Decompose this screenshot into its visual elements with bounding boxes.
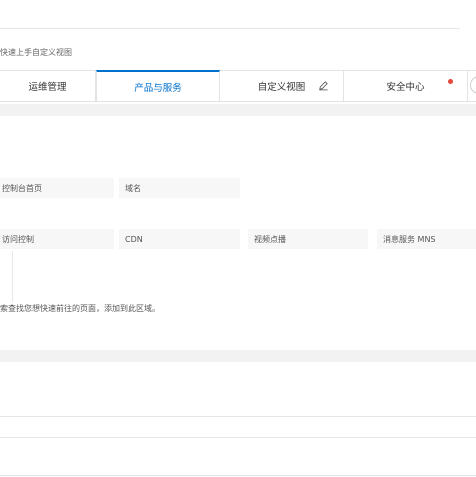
shortcut-access-control[interactable]: 访问控制	[0, 229, 114, 249]
shortcut-cdn[interactable]: CDN	[119, 229, 240, 249]
shortcut-label: 控制台首页	[2, 183, 42, 193]
section-divider-band	[0, 350, 476, 362]
row-divider	[0, 437, 476, 438]
notification-dot	[448, 79, 453, 84]
shortcut-console-home[interactable]: 控制台首页	[0, 178, 114, 198]
top-divider	[0, 28, 460, 29]
tab-label: 产品与服务	[134, 82, 182, 94]
quickstart-hint-link[interactable]: 快速上手自定义视图	[0, 47, 72, 58]
tab-bar: 运维管理 产品与服务 自定义视图 安全中心	[0, 70, 476, 102]
shortcut-domain[interactable]: 域名	[119, 178, 240, 198]
shortcut-label: 消息服务 MNS	[383, 234, 436, 244]
tab-label: 安全中心	[386, 82, 425, 93]
pencil-icon[interactable]	[318, 80, 329, 91]
section-header-band	[0, 104, 476, 116]
shortcut-video-on-demand[interactable]: 视频点播	[248, 229, 368, 249]
tab-label: 运维管理	[28, 82, 67, 93]
tab-custom-view[interactable]: 自定义视图	[220, 71, 344, 101]
row-divider	[0, 475, 476, 476]
tab-ops-management[interactable]: 运维管理	[0, 71, 96, 101]
tab-label: 自定义视图	[257, 82, 306, 93]
shortcut-label: 视频点播	[254, 234, 286, 244]
shortcut-label: CDN	[125, 234, 143, 244]
empty-slot-outline	[0, 251, 13, 302]
row-divider	[0, 416, 476, 417]
tab-products-services[interactable]: 产品与服务	[96, 70, 220, 101]
tab-security-center[interactable]: 安全中心	[344, 71, 468, 101]
shortcut-label: 访问控制	[2, 234, 34, 244]
shortcut-mns[interactable]: 消息服务 MNS	[377, 229, 476, 249]
add-shortcut-hint: 索查找您想快速前往的页面，添加到此区域。	[0, 304, 160, 313]
shortcut-label: 域名	[125, 183, 141, 193]
